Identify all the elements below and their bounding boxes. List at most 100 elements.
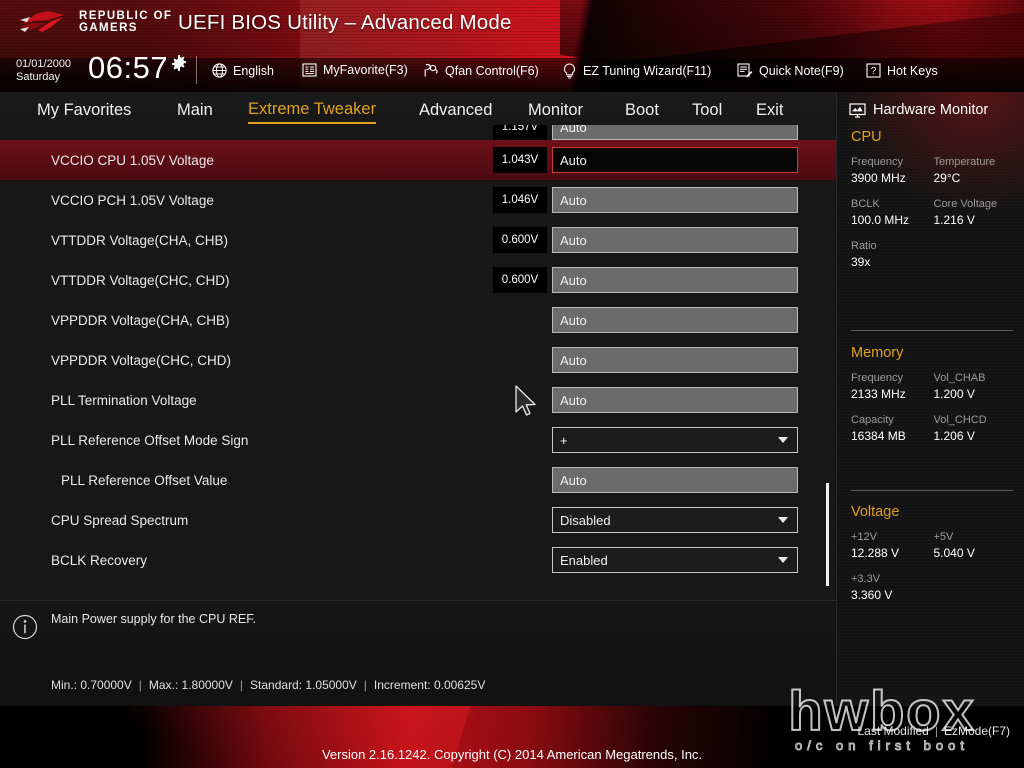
- setting-value: Auto: [560, 312, 587, 328]
- chevron-down-icon[interactable]: [778, 517, 788, 523]
- setting-row[interactable]: BCLK Recovery Enabled: [0, 540, 836, 580]
- nav-tab-boot[interactable]: Boot: [625, 101, 659, 123]
- setting-input[interactable]: Auto: [552, 347, 798, 373]
- setting-value: Enabled: [560, 552, 608, 568]
- version-text: Version 2.16.1242. Copyright (C) 2014 Am…: [321, 747, 703, 762]
- setting-value: Auto: [560, 232, 587, 248]
- setting-row[interactable]: VPPDDR Voltage(CHA, CHB) Auto: [0, 300, 836, 340]
- ez-mode-button[interactable]: EzMode(F7): [944, 724, 1010, 738]
- nav-tab-exit[interactable]: Exit: [756, 101, 784, 123]
- chevron-down-icon[interactable]: [778, 557, 788, 563]
- hw-readout-key: Capacity: [851, 414, 894, 426]
- hw-readout-value: 12.288 V: [851, 546, 900, 560]
- hw-readout-key: +12V: [851, 531, 877, 543]
- setting-row[interactable]: VPPDDR Voltage(CHC, CHD) Auto: [0, 340, 836, 380]
- bulb-icon: [564, 63, 575, 79]
- list-icon: [302, 63, 317, 77]
- help-text: Main Power supply for the CPU REF.: [51, 612, 256, 626]
- language-label: English: [233, 63, 274, 78]
- hw-readout-key: Temperature: [933, 156, 996, 168]
- setting-dropdown[interactable]: Disabled: [552, 507, 798, 533]
- nav-tab-monitor[interactable]: Monitor: [528, 101, 583, 123]
- hw-section-memory: Memory Frequency 2133 MHz Vol_CHAB 1.200 V Ca…: [851, 345, 1016, 456]
- settings-pane: CPU Standby Voltage 1.157V Auto VCCIO CP…: [0, 125, 836, 600]
- hw-readout: Ratio 39x: [851, 240, 1016, 269]
- setting-dropdown[interactable]: +: [552, 427, 798, 453]
- setting-input[interactable]: Auto: [552, 467, 798, 493]
- setting-input[interactable]: Auto: [552, 307, 798, 333]
- clipped-row-value[interactable]: Auto: [552, 125, 798, 140]
- setting-input[interactable]: Auto: [552, 267, 798, 293]
- hw-readout-value: 2133 MHz: [851, 387, 906, 401]
- setting-label: VCCIO PCH 1.05V Voltage: [51, 192, 214, 208]
- nav-tab-tool[interactable]: Tool: [692, 101, 722, 123]
- setting-row[interactable]: PLL Reference Offset Mode Sign +: [0, 420, 836, 460]
- setting-measured-value: 1.043V: [493, 147, 547, 173]
- qfan-control-button[interactable]: Qfan Control(F6): [422, 63, 539, 78]
- range-sep: |: [239, 678, 244, 692]
- hw-readout: +3.3V 3.360 V: [851, 573, 1016, 602]
- rog-logo: REPUBLIC OF GAMERS: [18, 8, 172, 38]
- setting-row[interactable]: VCCIO CPU 1.05V Voltage 1.043V Auto: [0, 140, 836, 180]
- chevron-down-icon[interactable]: [778, 437, 788, 443]
- date-display: 01/01/2000 Saturday: [16, 58, 71, 84]
- last-modified-button[interactable]: Last Modified: [857, 724, 928, 738]
- setting-input[interactable]: Auto: [552, 227, 798, 253]
- setting-row[interactable]: PLL Reference Offset Value Auto: [0, 460, 836, 500]
- setting-value: Auto: [560, 352, 587, 368]
- setting-value: +: [560, 432, 568, 448]
- hw-readout-key: BCLK: [851, 198, 880, 210]
- rog-line-2: GAMERS: [79, 22, 138, 34]
- range-increment: Increment: 0.00625V: [373, 678, 486, 692]
- hw-divider: [851, 490, 1013, 491]
- note-icon: [737, 63, 753, 78]
- setting-label: PLL Reference Offset Value: [61, 472, 228, 488]
- setting-value: Auto: [560, 192, 587, 208]
- myfavorite-button[interactable]: MyFavorite(F3): [302, 63, 408, 77]
- fan-icon: [424, 63, 438, 77]
- hw-readout-key: +3.3V: [851, 573, 881, 585]
- range-standard: Standard: 1.05000V: [250, 678, 357, 692]
- gear-icon[interactable]: [170, 55, 188, 78]
- setting-input[interactable]: Auto: [552, 187, 798, 213]
- nav-tab-my-favorites[interactable]: My Favorites: [37, 101, 131, 123]
- setting-input[interactable]: Auto: [552, 147, 798, 173]
- hw-section-voltage: Voltage +12V 12.288 V +5V 5.040 V +3.3V 3.360 …: [851, 504, 1016, 615]
- quick-note-button[interactable]: Quick Note(F9): [737, 63, 844, 78]
- setting-label: VPPDDR Voltage(CHA, CHB): [51, 312, 230, 328]
- date-value: 01/01/2000: [16, 58, 72, 70]
- setting-row[interactable]: PLL Termination Voltage Auto: [0, 380, 836, 420]
- setting-row[interactable]: VCCIO PCH 1.05V Voltage 1.046V Auto: [0, 180, 836, 220]
- help-bar: Main Power supply for the CPU REF.: [0, 600, 836, 660]
- hw-readout-value: 39x: [851, 255, 871, 269]
- nav-tab-advanced[interactable]: Advanced: [419, 101, 492, 123]
- hot-keys-button[interactable]: ? Hot Keys: [866, 63, 938, 78]
- svg-text:?: ?: [871, 66, 877, 77]
- range-min: Min.: 0.70000V: [51, 678, 132, 692]
- hw-readout: BCLK 100.0 MHz: [851, 198, 934, 227]
- setting-dropdown[interactable]: Enabled: [552, 547, 798, 573]
- setting-label: VPPDDR Voltage(CHC, CHD): [51, 352, 232, 368]
- clipped-setting-row[interactable]: CPU Standby Voltage 1.157V Auto: [0, 125, 836, 140]
- bottom-bar: Last Modified | EzMode(F7) Version 2.16.12…: [0, 706, 1024, 768]
- hw-section-cpu: CPU Frequency 3900 MHz Temperature 29°C BCLK 1…: [851, 129, 1016, 282]
- nav-tab-main[interactable]: Main: [177, 101, 213, 123]
- setting-value: Auto: [560, 152, 587, 168]
- hw-readout: +12V 12.288 V: [851, 531, 934, 560]
- clock-display: 06:57: [88, 50, 169, 85]
- hw-readout-grid: Frequency 2133 MHz Vol_CHAB 1.200 V Capacity…: [851, 372, 1016, 456]
- setting-row[interactable]: VTTDDR Voltage(CHC, CHD) 0.600V Auto: [0, 260, 836, 300]
- quick-note-label: Quick Note(F9): [759, 63, 844, 78]
- setting-input[interactable]: Auto: [552, 387, 798, 413]
- rog-wordmark: REPUBLIC OF GAMERS: [79, 11, 172, 34]
- hw-readout: Capacity 16384 MB: [851, 414, 934, 443]
- setting-row[interactable]: VTTDDR Voltage(CHA, CHB) 0.600V Auto: [0, 220, 836, 260]
- mouse-cursor: [514, 385, 538, 424]
- scrollbar-thumb[interactable]: [826, 483, 829, 586]
- setting-row[interactable]: CPU Spread Spectrum Disabled: [0, 500, 836, 540]
- ez-tuning-wizard-button[interactable]: EZ Tuning Wizard(F11): [562, 63, 711, 79]
- setting-label: VTTDDR Voltage(CHA, CHB): [51, 232, 229, 248]
- language-button[interactable]: English: [212, 63, 274, 78]
- nav-tab-extreme-tweaker[interactable]: Extreme Tweaker: [248, 100, 377, 124]
- hw-readout: Vol_CHAB 1.200 V: [934, 372, 1017, 401]
